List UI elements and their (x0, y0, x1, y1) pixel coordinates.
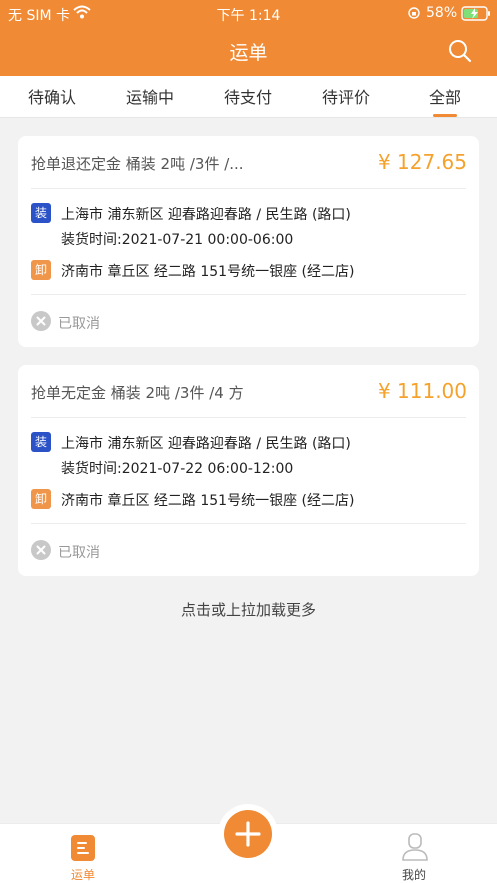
order-status: 已取消 (58, 316, 100, 332)
divider (31, 523, 466, 524)
tab-pending-review[interactable]: 待评价 (306, 84, 386, 108)
status-bar: 无 SIM 卡 下午 1:14 58% (0, 0, 497, 26)
profile-icon[interactable] (401, 833, 429, 861)
tab-pending-confirm[interactable]: 待确认 (12, 84, 92, 108)
battery-icon (461, 6, 490, 21)
waybill-icon[interactable] (70, 834, 96, 862)
unload-badge: 卸 (31, 489, 51, 509)
active-tab-indicator (433, 114, 457, 117)
order-price: ¥ 111.00 (377, 379, 467, 403)
divider (31, 188, 466, 189)
page-title: 运单 (229, 42, 268, 64)
status-tabs: 待确认 运输中 待支付 待评价 全部 (0, 76, 497, 118)
battery-percent: 58% (426, 5, 458, 21)
cancelled-icon (31, 540, 51, 560)
order-card[interactable]: 抢单无定金 桶装 2吨 /3件 /4 方 ¥ 111.00 装 上海市 浦东新区… (18, 365, 479, 576)
cancelled-icon (31, 311, 51, 331)
unload-address: 济南市 章丘区 经二路 151号统一银座 (经二店) (61, 493, 355, 509)
order-price: ¥ 127.65 (377, 150, 467, 174)
status-time: 下午 1:14 (216, 8, 281, 24)
search-icon[interactable] (447, 38, 473, 64)
tab-in-transit[interactable]: 运输中 (110, 84, 190, 108)
unload-address: 济南市 章丘区 经二路 151号统一银座 (经二店) (61, 264, 355, 280)
divider (31, 417, 466, 418)
order-card[interactable]: 抢单退还定金 桶装 2吨 /3件 /... ¥ 127.65 装 上海市 浦东新… (18, 136, 479, 347)
nav-mine-label[interactable]: 我的 (384, 866, 444, 883)
load-time: 装货时间:2021-07-22 06:00-12:00 (61, 461, 294, 477)
divider (31, 294, 466, 295)
load-address: 上海市 浦东新区 迎春路迎春路 / 民生路 (路口) (61, 436, 351, 452)
load-badge: 装 (31, 203, 51, 223)
order-status: 已取消 (58, 545, 100, 561)
load-badge: 装 (31, 432, 51, 452)
order-title: 抢单退还定金 桶装 2吨 /3件 /... (31, 155, 244, 173)
tab-pending-payment[interactable]: 待支付 (208, 84, 288, 108)
nav-bar: 运单 (0, 26, 497, 76)
unload-badge: 卸 (31, 260, 51, 280)
order-title: 抢单无定金 桶装 2吨 /3件 /4 方 (31, 384, 244, 402)
nav-waybill-label[interactable]: 运单 (53, 866, 113, 883)
add-order-button[interactable] (224, 810, 272, 858)
plus-icon (235, 821, 261, 847)
load-address: 上海市 浦东新区 迎春路迎春路 / 民生路 (路口) (61, 207, 351, 223)
load-more-button[interactable]: 点击或上拉加载更多 (0, 599, 497, 620)
orientation-lock-icon (408, 7, 420, 19)
load-time: 装货时间:2021-07-21 00:00-06:00 (61, 232, 294, 248)
tab-all[interactable]: 全部 (405, 84, 485, 108)
